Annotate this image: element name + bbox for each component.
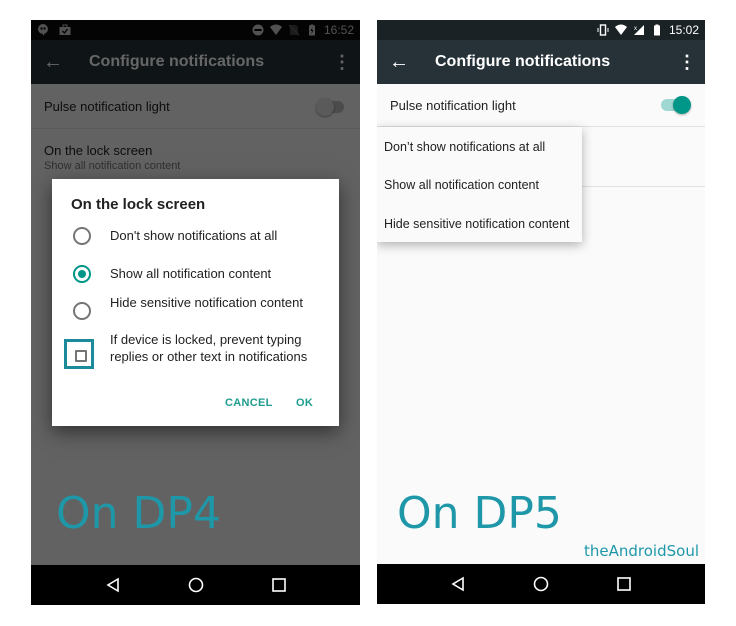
switch-thumb [673, 96, 691, 114]
caption-dp4: On DP4 [56, 488, 221, 539]
menu-item-hide-sensitive[interactable]: Hide sensitive notification content [384, 217, 570, 231]
signal-icon: x [633, 25, 644, 35]
navigation-bar [31, 565, 360, 605]
option-label: Show all notification content [110, 266, 272, 281]
phone-screen-dp4: 16:52 ← Configure notifications ⋮ Pulse … [31, 20, 360, 605]
option-prevent-replies[interactable]: If device is locked, prevent typing repl… [52, 331, 339, 383]
app-toolbar: ← Configure notifications ⋮ [377, 40, 705, 84]
vibrate-icon [597, 24, 609, 36]
checkbox-label: If device is locked, prevent typing repl… [110, 332, 308, 364]
phone-screen-dp5: x 15:02 ← Configure notifications ⋮ Puls… [377, 20, 705, 604]
page-title: Configure notifications [435, 53, 611, 70]
battery-icon [653, 24, 660, 36]
nav-home-icon[interactable] [529, 572, 553, 596]
watermark: theAndroidSoul [584, 542, 699, 560]
ok-button[interactable]: OK [296, 397, 313, 409]
option-dont-show[interactable]: Don't show notifications at all [52, 225, 339, 249]
lock-screen-popup-menu: Don’t show notifications at all Show all… [377, 127, 582, 242]
cancel-button[interactable]: CANCEL [225, 397, 273, 409]
nav-home-icon[interactable] [184, 573, 208, 597]
setting-pulse-light[interactable]: Pulse notification light [377, 84, 705, 127]
radio-button[interactable] [73, 302, 91, 320]
menu-item-dont-show[interactable]: Don’t show notifications at all [384, 140, 545, 154]
pulse-light-switch[interactable] [661, 96, 691, 114]
lock-screen-dialog: On the lock screen Don't show notificati… [52, 179, 339, 426]
nav-back-icon[interactable] [446, 572, 470, 596]
svg-text:x: x [634, 26, 637, 32]
statusbar-scrim [31, 20, 360, 40]
option-show-all[interactable]: Show all notification content [52, 263, 339, 287]
back-arrow-icon[interactable]: ← [377, 51, 421, 74]
caption-dp5: On DP5 [397, 488, 562, 539]
radio-button[interactable] [73, 227, 91, 245]
option-hide-sensitive[interactable]: Hide sensitive notification content [52, 294, 339, 330]
setting-title: Pulse notification light [390, 98, 516, 113]
nav-recents-icon[interactable] [612, 572, 636, 596]
radio-button-selected[interactable] [73, 265, 91, 283]
option-label: Don't show notifications at all [110, 228, 278, 243]
nav-back-icon[interactable] [101, 573, 125, 597]
nav-recents-icon[interactable] [267, 573, 291, 597]
dialog-title: On the lock screen [71, 196, 206, 213]
status-time: 15:02 [668, 23, 699, 37]
status-bar: x 15:02 [377, 20, 705, 40]
navigation-bar [377, 564, 705, 604]
wifi-icon [614, 24, 627, 35]
more-options-icon[interactable]: ⋮ [669, 52, 705, 73]
option-label: Hide sensitive notification content [110, 295, 303, 310]
menu-item-show-all[interactable]: Show all notification content [384, 178, 539, 192]
